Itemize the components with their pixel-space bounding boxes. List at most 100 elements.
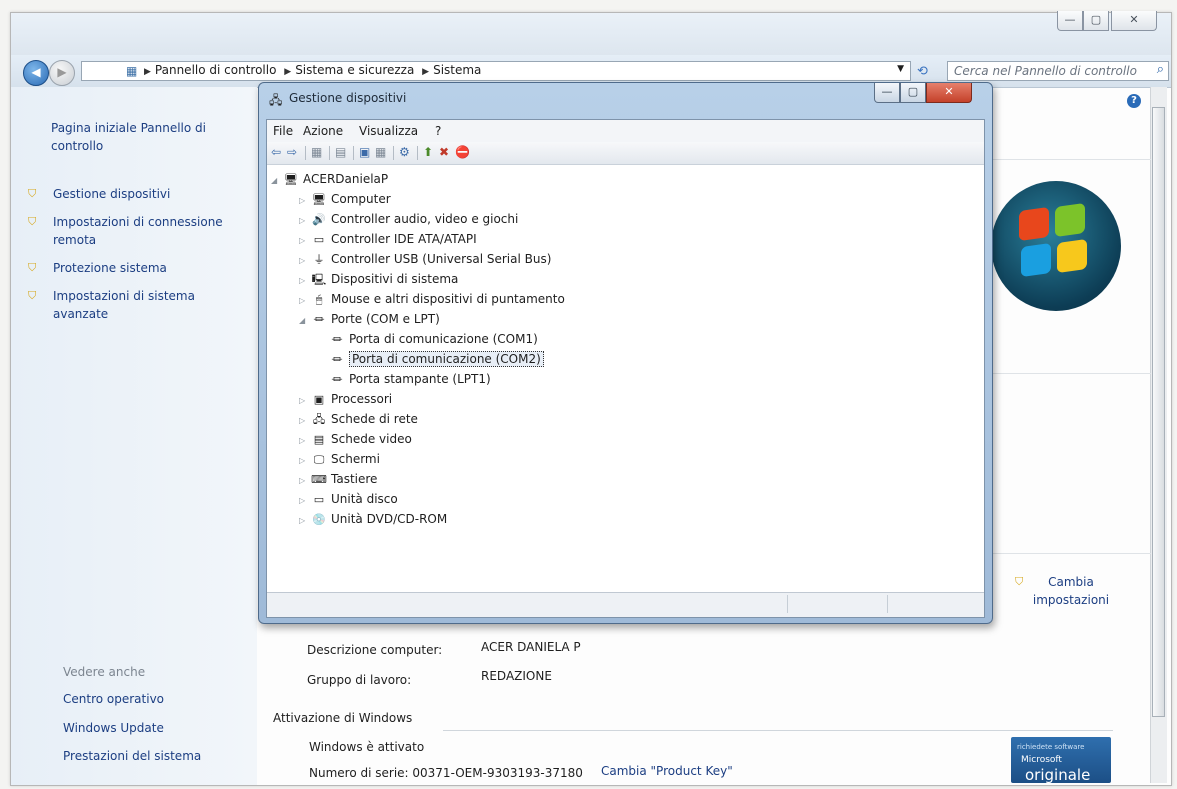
expand-arrow-icon[interactable]: ▷: [299, 252, 311, 270]
windows-update-link[interactable]: Windows Update: [63, 719, 164, 737]
tree-node[interactable]: ▷ 🖳 Dispositivi di sistema: [299, 270, 458, 290]
shield-icon: ⛉: [28, 215, 37, 228]
tree-node-expanded[interactable]: ◢ ⏛ Porte (COM e LPT): [299, 310, 440, 330]
expand-arrow-icon[interactable]: ▷: [299, 452, 311, 470]
scan-hardware-icon[interactable]: ⚙: [399, 145, 410, 159]
node-label: Unità disco: [331, 492, 398, 506]
menu-action[interactable]: Azione: [303, 124, 343, 138]
details-icon[interactable]: ▦: [375, 145, 386, 159]
node-label: Controller audio, video e giochi: [331, 212, 519, 226]
device-manager-body: File Azione Visualizza ? ⇦ ⇨ ▦ ▤ ▣ ▦ ⚙ ⬆…: [266, 119, 985, 618]
grid-view-icon[interactable]: ▦: [311, 145, 322, 159]
computer-icon: 🖥: [312, 193, 326, 206]
expand-arrow-icon[interactable]: ▷: [299, 432, 311, 450]
tree-node[interactable]: ▷ ▣ Processori: [299, 390, 392, 410]
vertical-scrollbar[interactable]: [1150, 87, 1167, 783]
child-label: Porta di comunicazione (COM2): [349, 351, 544, 367]
update-driver-icon[interactable]: ⬆: [423, 145, 433, 159]
collapse-arrow-icon[interactable]: ◢: [271, 172, 283, 190]
genuine-microsoft-badge[interactable]: richiedete software Microsoft originale: [1011, 737, 1111, 784]
change-product-key-link[interactable]: Cambia "Product Key": [601, 762, 733, 780]
mouse-icon: 🖱: [315, 293, 323, 306]
expand-arrow-icon[interactable]: ▷: [299, 292, 311, 310]
node-label: Porte (COM e LPT): [331, 312, 440, 326]
badge-genuine: originale: [1025, 766, 1091, 784]
collapse-arrow-icon[interactable]: ◢: [299, 312, 311, 330]
minimize-button[interactable]: —: [874, 83, 900, 103]
help-book-icon[interactable]: ▣: [359, 145, 370, 159]
expand-arrow-icon[interactable]: ▷: [299, 212, 311, 230]
remote-settings-link[interactable]: Impostazioni di connessione remota: [53, 213, 243, 249]
flag-yellow-pane: [1057, 238, 1087, 274]
back-arrow-icon[interactable]: ⇦: [271, 145, 281, 159]
expand-arrow-icon[interactable]: ▷: [299, 472, 311, 490]
minimize-button[interactable]: —: [1057, 11, 1083, 31]
menu-file[interactable]: File: [273, 124, 293, 138]
help-icon[interactable]: ?: [1127, 94, 1141, 108]
close-button[interactable]: ✕: [1111, 11, 1157, 31]
search-input[interactable]: Cerca nel Pannello di controllo ⌕: [947, 61, 1169, 81]
expand-arrow-icon[interactable]: ▷: [299, 512, 311, 530]
search-icon[interactable]: ⌕: [1157, 62, 1164, 77]
scrollbar-thumb[interactable]: [1152, 107, 1165, 717]
control-panel-icon: ▦: [126, 64, 138, 78]
serial-number: Numero di serie: 00371-OEM-9303193-37180: [309, 766, 583, 780]
device-manager-link[interactable]: Gestione dispositivi: [53, 185, 253, 203]
control-panel-home-link[interactable]: Pagina iniziale Pannello di controllo: [51, 119, 211, 155]
forward-arrow-icon[interactable]: ⇨: [287, 145, 297, 159]
tree-node[interactable]: ▷ 🔊 Controller audio, video e giochi: [299, 210, 518, 230]
maximize-button[interactable]: ▢: [1083, 11, 1109, 31]
node-label: Controller USB (Universal Serial Bus): [331, 252, 552, 266]
tree-node[interactable]: ▷ 🖧 Schede di rete: [299, 410, 418, 430]
breadcrumb-item[interactable]: Sistema e sicurezza: [295, 63, 414, 77]
chevron-down-icon[interactable]: ▼: [897, 64, 904, 74]
change-settings-link[interactable]: Cambia impostazioni: [1031, 573, 1111, 609]
maximize-button[interactable]: ▢: [900, 83, 926, 103]
performance-link[interactable]: Prestazioni del sistema: [63, 747, 201, 765]
close-button[interactable]: ✕: [926, 83, 972, 103]
video-card-icon: ▤: [313, 433, 325, 446]
action-center-link[interactable]: Centro operativo: [63, 690, 164, 708]
workgroup-label: Gruppo di lavoro:: [307, 673, 412, 687]
disable-device-icon[interactable]: ⛔: [455, 145, 470, 159]
back-button[interactable]: ◀: [23, 60, 49, 86]
tree-child-selected[interactable]: ⏛ Porta di comunicazione (COM2): [329, 350, 544, 369]
properties-icon[interactable]: ▤: [335, 145, 346, 159]
menu-help[interactable]: ?: [435, 124, 441, 138]
tree-child[interactable]: ⏛ Porta stampante (LPT1): [329, 370, 491, 389]
expand-arrow-icon[interactable]: ▷: [299, 272, 311, 290]
tree-node[interactable]: ▷ 🖥 Computer: [299, 190, 391, 210]
advanced-settings-link[interactable]: Impostazioni di sistema avanzate: [53, 287, 223, 323]
expand-arrow-icon[interactable]: ▷: [299, 192, 311, 210]
child-label: Porta di comunicazione (COM1): [349, 332, 538, 346]
node-label: Schede di rete: [331, 412, 418, 426]
expand-arrow-icon[interactable]: ▷: [299, 232, 311, 250]
tree-root[interactable]: ◢ 🖥 ACERDanielaP: [271, 170, 388, 190]
tree-node[interactable]: ▷ 💿 Unità DVD/CD-ROM: [299, 510, 447, 530]
expand-arrow-icon[interactable]: ▷: [299, 412, 311, 430]
expand-arrow-icon[interactable]: ▷: [299, 492, 311, 510]
tree-node[interactable]: ▷ ⏚ Controller USB (Universal Serial Bus): [299, 250, 551, 270]
forward-button[interactable]: ▶: [49, 60, 75, 86]
monitor-icon: 🖵: [313, 453, 325, 466]
tree-node[interactable]: ▷ ▭ Unità disco: [299, 490, 398, 510]
tree-child[interactable]: ⏛ Porta di comunicazione (COM1): [329, 330, 538, 349]
tree-node[interactable]: ▷ 🖱 Mouse e altri dispositivi di puntament…: [299, 290, 565, 310]
tree-node[interactable]: ▷ ▤ Schede video: [299, 430, 412, 450]
menu-bar: File Azione Visualizza ?: [267, 120, 984, 142]
refresh-icon[interactable]: ⟲: [917, 64, 928, 79]
expand-arrow-icon[interactable]: ▷: [299, 392, 311, 410]
toolbar-separator: [305, 146, 306, 160]
computer-icon: 🖥: [284, 173, 298, 186]
menu-view[interactable]: Visualizza: [359, 124, 418, 138]
tree-node[interactable]: ▷ 🖵 Schermi: [299, 450, 380, 470]
system-protection-link[interactable]: Protezione sistema: [53, 259, 253, 277]
breadcrumb-item[interactable]: Pannello di controllo: [155, 63, 277, 77]
tree-node[interactable]: ▷ ⌨ Tastiere: [299, 470, 377, 490]
breadcrumb-item[interactable]: Sistema: [433, 63, 481, 77]
port-icon: ⏛: [313, 313, 325, 326]
processor-icon: ▣: [313, 393, 325, 406]
tree-node[interactable]: ▷ ▭ Controller IDE ATA/ATAPI: [299, 230, 477, 250]
uninstall-icon[interactable]: ✖: [439, 145, 449, 159]
address-bar[interactable]: ▦ ▶ Pannello di controllo ▶ Sistema e sicu…: [81, 61, 911, 81]
